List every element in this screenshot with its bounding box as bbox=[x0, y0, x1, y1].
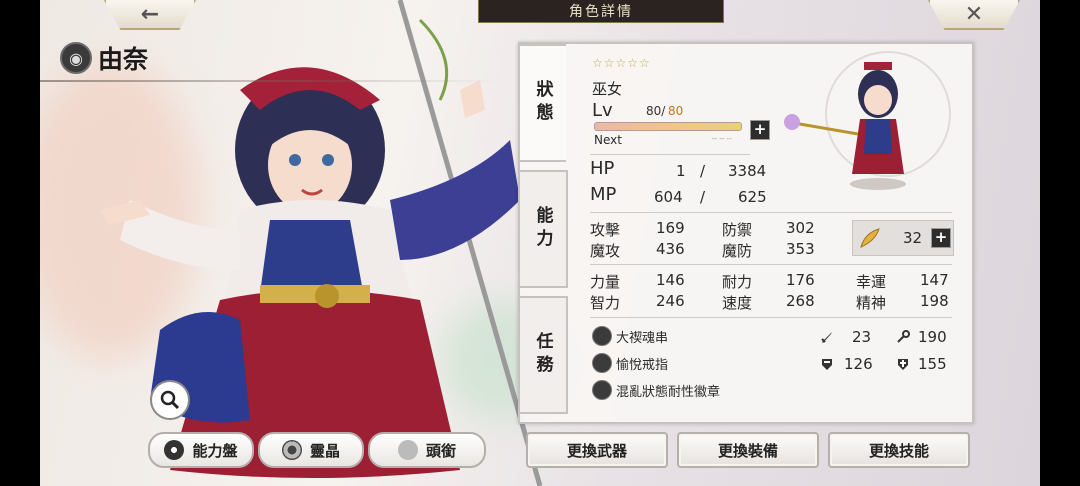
hp-separator: / bbox=[700, 162, 706, 180]
level-current: 80/ bbox=[646, 104, 666, 118]
wand-icon bbox=[897, 330, 910, 343]
attr-intellect-value: 246 bbox=[656, 292, 685, 310]
feather-add-button[interactable]: + bbox=[931, 228, 951, 248]
equipment-name: 大禊魂串 bbox=[616, 331, 669, 346]
attr-spirit-label: 精神 bbox=[856, 294, 887, 312]
tab-status-label: 狀態 bbox=[532, 80, 553, 126]
equipment-item[interactable]: 大禊魂串 bbox=[590, 324, 810, 348]
stat-mattack-value: 436 bbox=[656, 240, 685, 258]
attr-endurance-label: 耐力 bbox=[722, 273, 753, 291]
stat-attack-value: 169 bbox=[656, 219, 685, 237]
stat-defense-label: 防禦 bbox=[722, 221, 753, 239]
feather-points-box: 32 + bbox=[852, 220, 954, 256]
close-icon: ✕ bbox=[964, 1, 984, 27]
hp-max: 3384 bbox=[728, 162, 767, 180]
equipment-name: 混亂狀態耐性徽章 bbox=[616, 385, 721, 400]
spirit-crystal-icon bbox=[281, 440, 302, 460]
equipment-name: 愉悅戒指 bbox=[616, 358, 669, 373]
change-skill-button[interactable]: 更換技能 bbox=[828, 432, 970, 468]
ability-board-icon bbox=[164, 440, 185, 460]
zoom-button[interactable] bbox=[150, 380, 190, 420]
attr-spirit-value: 198 bbox=[920, 292, 949, 310]
divider bbox=[590, 264, 952, 265]
divider bbox=[590, 212, 952, 213]
level-max: 80 bbox=[668, 104, 684, 118]
tab-status[interactable]: 狀態 bbox=[518, 44, 566, 162]
tab-quests-label: 任務 bbox=[532, 332, 553, 378]
magnifier-icon bbox=[160, 390, 180, 410]
next-label: Next bbox=[594, 133, 622, 147]
spirit-crystal-button[interactable]: 靈晶 bbox=[258, 432, 364, 468]
attr-luck-label: 幸運 bbox=[856, 273, 887, 291]
attr-luck-value: 147 bbox=[920, 271, 949, 289]
level-label: Lv bbox=[592, 100, 613, 121]
level-progress-bar bbox=[594, 122, 742, 131]
stat-mdefense-value: 353 bbox=[786, 240, 815, 258]
feather-icon bbox=[860, 228, 880, 248]
ability-board-label: 能力盤 bbox=[192, 441, 238, 460]
title-button[interactable]: 頭銜 bbox=[368, 432, 486, 468]
equip-defense-value: 126 bbox=[844, 355, 873, 373]
badge-icon bbox=[592, 380, 612, 400]
spirit-crystal-label: 靈晶 bbox=[309, 441, 340, 460]
ring-icon bbox=[592, 353, 612, 373]
shield-icon bbox=[822, 359, 832, 370]
rarity-stars: ☆☆☆☆☆ bbox=[592, 56, 651, 70]
stat-mattack-label: 魔攻 bbox=[590, 242, 621, 260]
divider bbox=[590, 154, 750, 155]
attr-intellect-label: 智力 bbox=[590, 294, 621, 312]
feather-points-value: 32 bbox=[903, 229, 923, 247]
attr-speed-value: 268 bbox=[786, 292, 815, 310]
change-equipment-button[interactable]: 更換裝備 bbox=[677, 432, 819, 468]
accessory-icon bbox=[592, 326, 612, 346]
attr-speed-label: 速度 bbox=[722, 294, 753, 312]
equip-attack-value: 23 bbox=[852, 328, 872, 346]
element-emblem-icon: ◉ bbox=[60, 42, 92, 74]
tab-abilities[interactable]: 能力 bbox=[518, 170, 568, 288]
status-content: ☆☆☆☆☆ 巫女 Lv 80/ 80 + Next -- -- -- HP 1 … bbox=[568, 44, 970, 418]
attr-endurance-value: 176 bbox=[786, 271, 815, 289]
character-name: 由奈 bbox=[98, 45, 149, 74]
page-title: 角色詳情 bbox=[478, 0, 724, 23]
equipment-item[interactable]: 愉悅戒指 bbox=[590, 351, 810, 375]
hp-label: HP bbox=[590, 158, 615, 179]
tab-abilities-label: 能力 bbox=[532, 206, 553, 252]
level-up-button[interactable]: + bbox=[750, 120, 770, 140]
stat-mdefense-label: 魔防 bbox=[722, 242, 753, 260]
attr-strength-value: 146 bbox=[656, 271, 685, 289]
ability-board-button[interactable]: 能力盤 bbox=[148, 432, 254, 468]
equipment-item[interactable]: 混亂狀態耐性徽章 bbox=[590, 378, 810, 402]
equip-mdefense-value: 155 bbox=[918, 355, 947, 373]
mp-label: MP bbox=[590, 184, 617, 205]
mp-separator: / bbox=[700, 188, 706, 206]
sword-icon bbox=[821, 332, 832, 343]
next-value: -- -- -- bbox=[712, 135, 732, 143]
hp-current: 1 bbox=[676, 162, 686, 180]
close-button[interactable]: ✕ bbox=[928, 0, 1020, 30]
character-chibi-sprite bbox=[784, 51, 951, 190]
tab-quests[interactable]: 任務 bbox=[518, 296, 568, 414]
stat-attack-label: 攻擊 bbox=[590, 221, 621, 239]
attr-strength-label: 力量 bbox=[590, 273, 621, 291]
character-name-bar: ◉ 由奈 bbox=[60, 40, 148, 76]
title-icon bbox=[397, 440, 418, 460]
title-label: 頭銜 bbox=[425, 441, 456, 460]
mp-max: 625 bbox=[738, 188, 767, 206]
mp-current: 604 bbox=[654, 188, 683, 206]
stat-defense-value: 302 bbox=[786, 219, 815, 237]
equip-magic-value: 190 bbox=[918, 328, 947, 346]
cross-shield-icon bbox=[898, 359, 908, 370]
change-weapon-button[interactable]: 更換武器 bbox=[526, 432, 668, 468]
back-arrow-icon: ← bbox=[140, 1, 160, 27]
job-label: 巫女 bbox=[592, 80, 623, 98]
divider bbox=[590, 317, 952, 318]
name-underline-divider bbox=[40, 80, 500, 82]
